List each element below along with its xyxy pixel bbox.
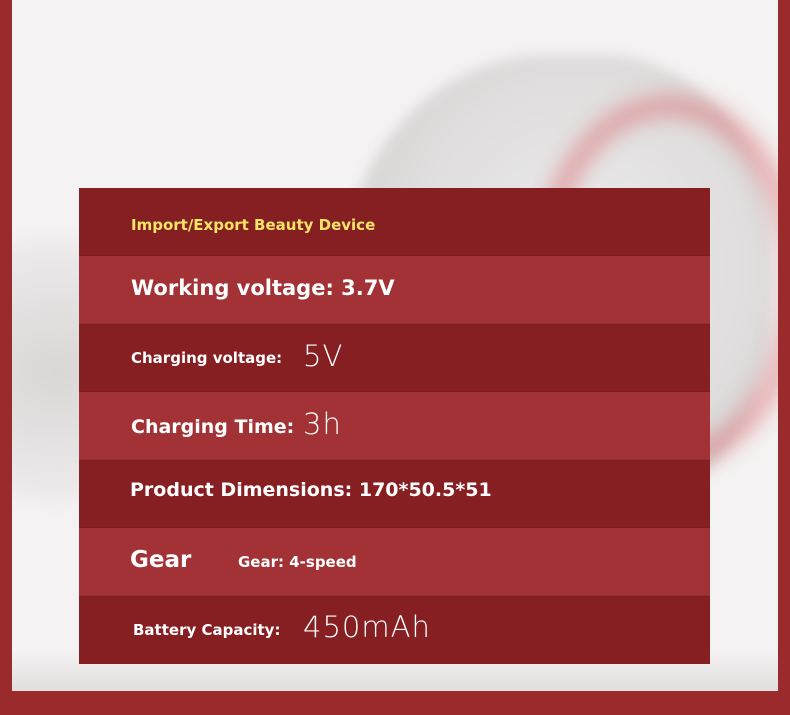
spec-row-title: Import/Export Beauty Device — [79, 188, 710, 256]
spec-table: Import/Export Beauty Device Working volt… — [79, 188, 710, 664]
battery-capacity-value: 450mAh — [303, 610, 431, 644]
spec-row-charging-voltage: Charging voltage: 5V — [79, 324, 710, 392]
spec-row-working-voltage: Working voltage: 3.7V — [79, 256, 710, 324]
gear-label: Gear — [130, 547, 192, 573]
product-title: Import/Export Beauty Device — [131, 216, 376, 234]
spec-row-gear: Gear Gear: 4-speed — [79, 528, 710, 596]
gear-value: Gear: 4-speed — [238, 553, 357, 571]
spec-row-battery: Battery Capacity: 450mAh — [79, 596, 710, 664]
spec-row-charging-time: Charging Time: 3h — [79, 392, 710, 460]
charging-time-label: Charging Time: — [131, 416, 295, 438]
charging-voltage-label: Charging voltage: — [131, 349, 283, 367]
dimensions-text: Product Dimensions: 170*50.5*51 — [130, 479, 492, 501]
working-voltage-text: Working voltage: 3.7V — [131, 276, 395, 300]
charging-voltage-value: 5V — [303, 339, 344, 373]
charging-time-value: 3h — [303, 407, 342, 441]
battery-capacity-label: Battery Capacity: — [133, 621, 281, 639]
spec-row-dimensions: Product Dimensions: 170*50.5*51 — [79, 460, 710, 528]
